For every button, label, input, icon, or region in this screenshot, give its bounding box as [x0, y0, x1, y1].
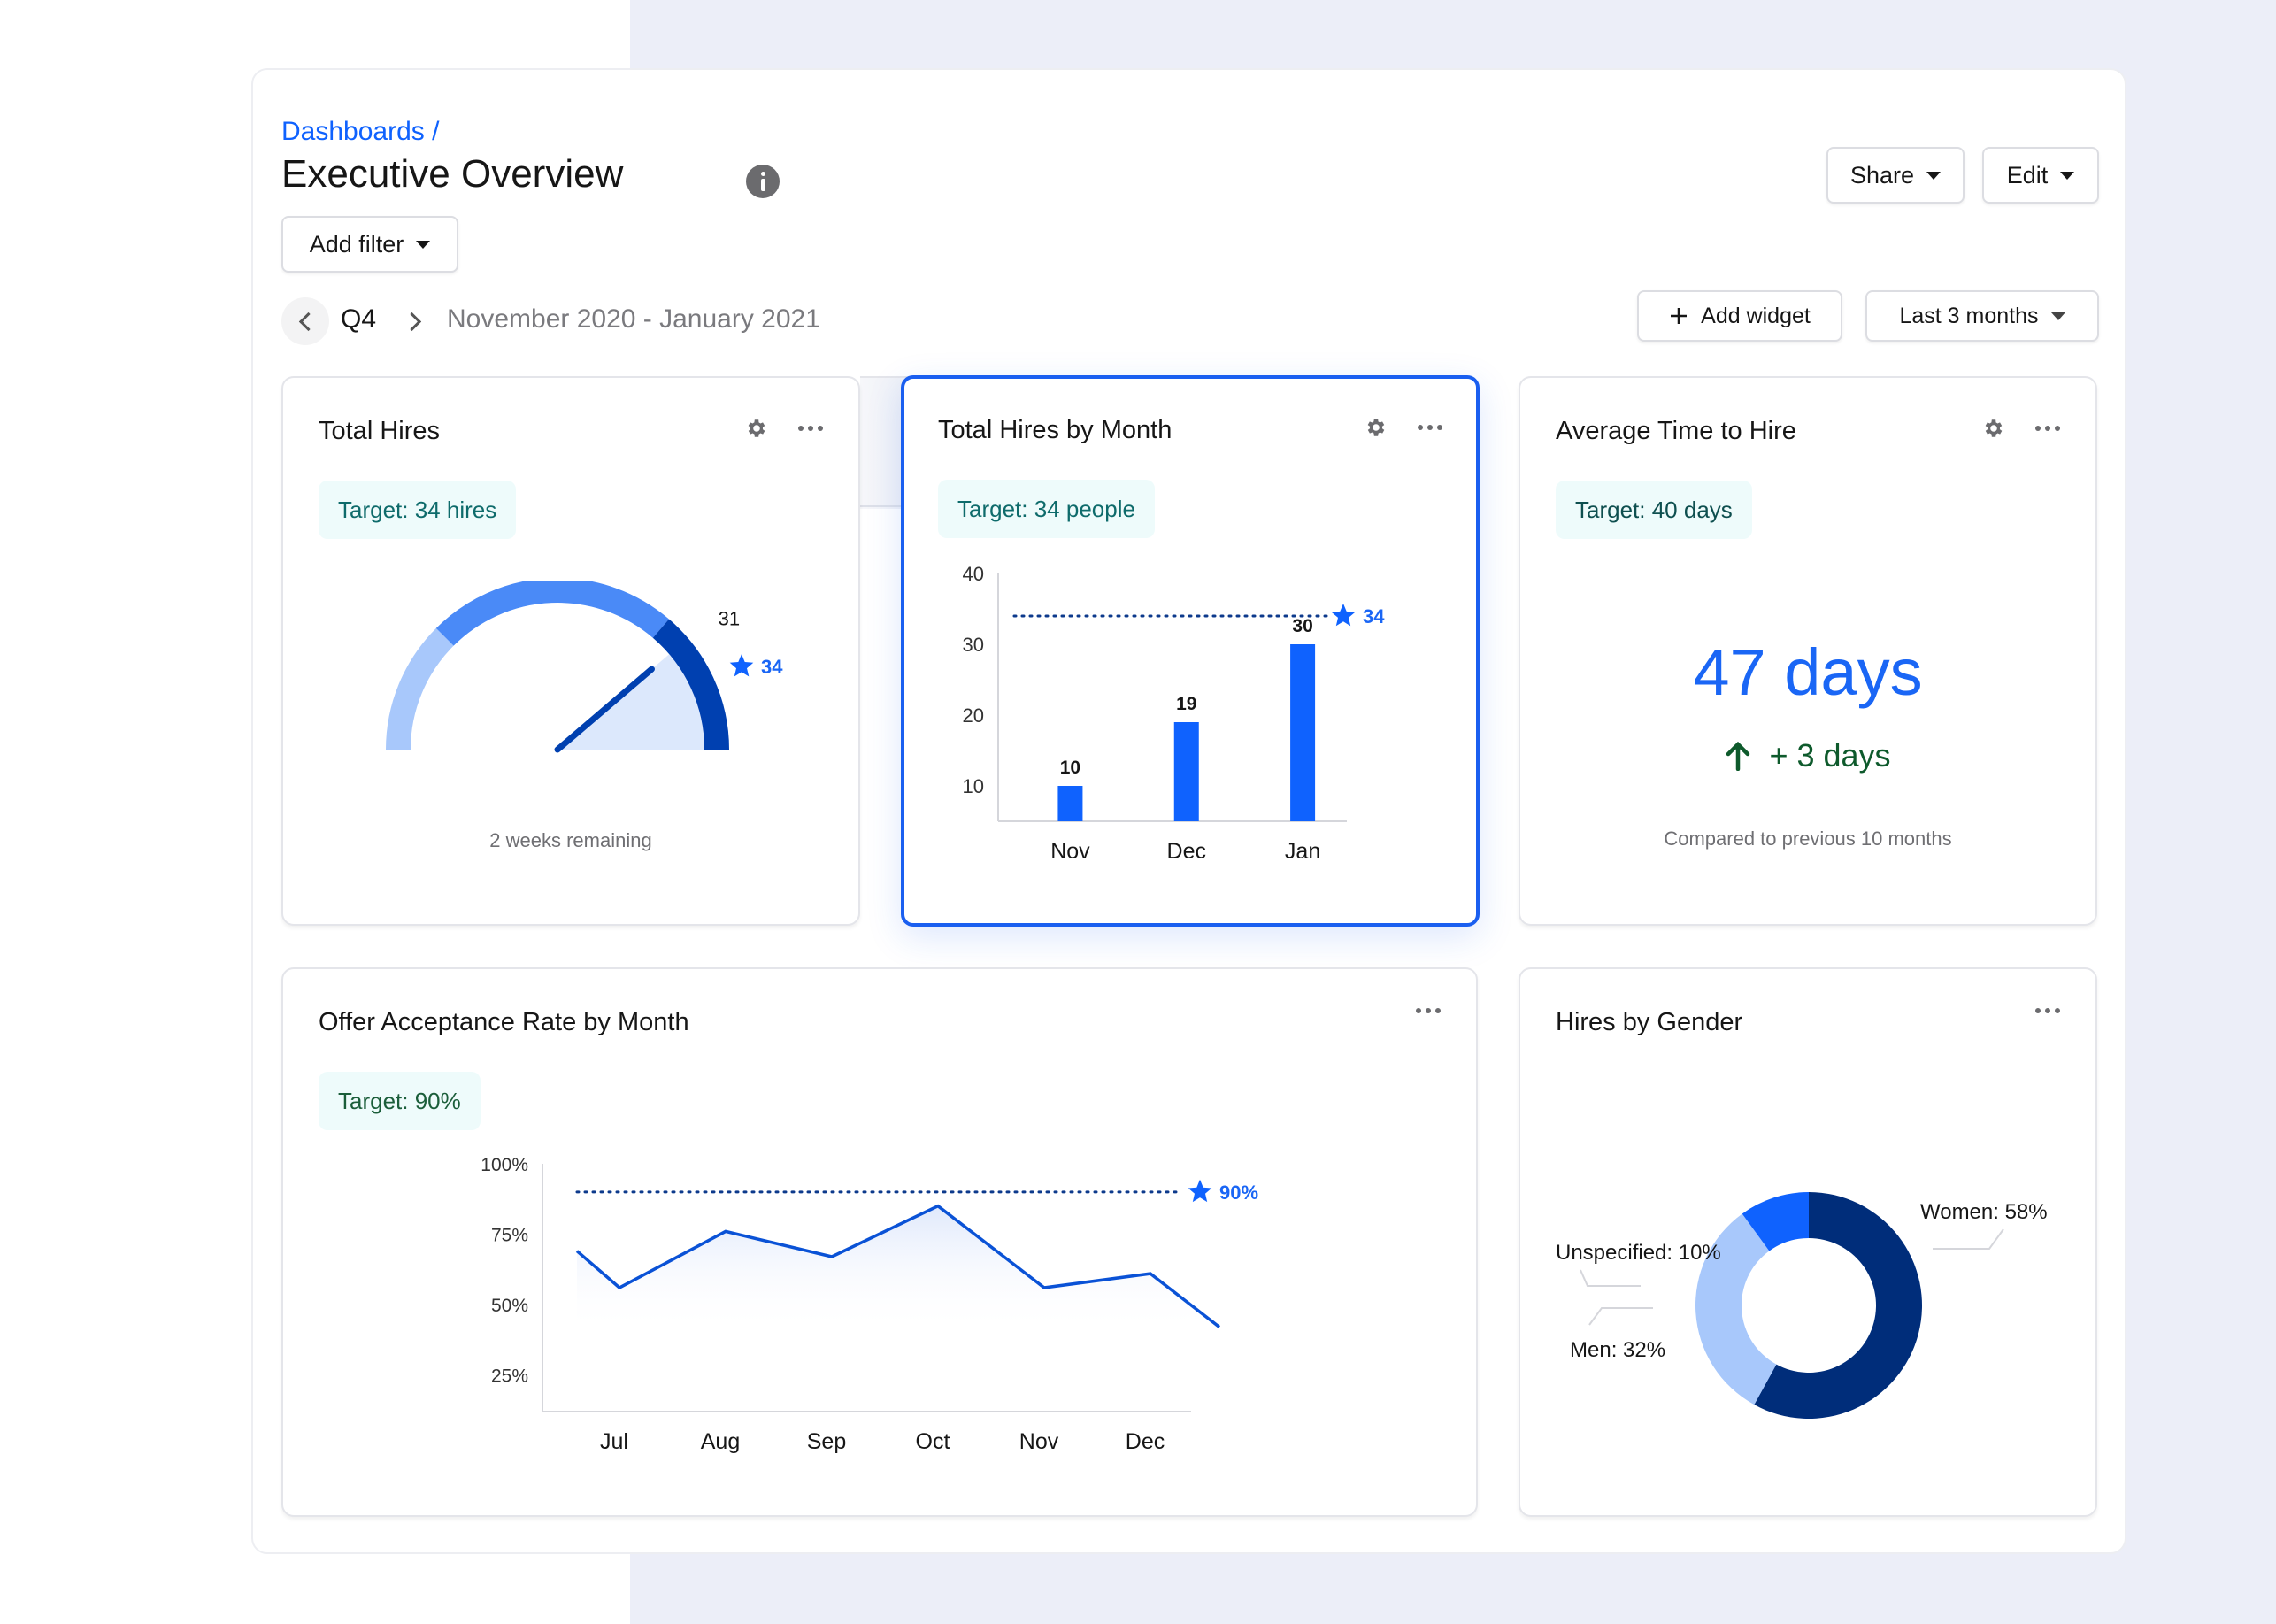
target-badge: Target: 34 hires — [319, 481, 517, 539]
slice-label: Men: 32% — [1570, 1338, 1665, 1362]
y-tick-label: 75% — [491, 1226, 528, 1246]
previous-period-button[interactable] — [281, 297, 329, 345]
widget-footer: Compared to previous 10 months — [1664, 827, 1952, 850]
chevron-left-icon — [298, 312, 318, 331]
page-title: Executive Overview — [281, 152, 624, 196]
line-chart: 25% 50% 75% 100% Jul Aug Sep Oct Nov Dec 90% — [481, 1155, 1258, 1454]
edit-label: Edit — [2006, 161, 2049, 189]
kpi-delta-text: + 3 days — [1769, 737, 1891, 774]
more-options-icon[interactable] — [2035, 426, 2060, 431]
gear-icon[interactable] — [745, 417, 768, 440]
slice-label: Unspecified: 10% — [1556, 1241, 1721, 1265]
gauge-chart: 31 34 — [386, 581, 783, 753]
widget-title: Average Time to Hire — [1556, 417, 1796, 445]
star-icon — [1331, 604, 1356, 627]
y-tick-label: 100% — [481, 1155, 528, 1175]
gauge-value-label: 31 — [719, 608, 740, 630]
caret-down-icon — [2060, 171, 2075, 180]
next-period-button[interactable] — [396, 301, 432, 342]
share-label: Share — [1849, 161, 1915, 189]
y-tick-label: 40 — [963, 563, 984, 585]
x-tick-label: Jul — [600, 1429, 628, 1454]
date-range-select[interactable]: Last 3 months — [1865, 290, 2099, 342]
widget-hires-by-month[interactable]: Total Hires by Month Target: 34 people 1… — [901, 375, 1480, 927]
widget-title: Offer Acceptance Rate by Month — [319, 1008, 689, 1036]
chevron-right-icon — [402, 312, 421, 331]
widget-title: Total Hires by Month — [938, 416, 1173, 444]
share-button[interactable]: Share — [1826, 147, 1965, 204]
gear-icon[interactable] — [1365, 416, 1388, 439]
caret-down-icon — [416, 240, 431, 249]
gauge-target-label: 34 — [761, 656, 783, 678]
x-tick-label: Dec — [1126, 1429, 1165, 1454]
more-options-icon[interactable] — [798, 426, 823, 431]
kpi-delta: + 3 days — [1520, 737, 2095, 774]
kpi-value: 47 days — [1693, 635, 1923, 709]
x-tick-label: Oct — [916, 1429, 950, 1454]
star-icon — [1188, 1179, 1212, 1203]
x-tick-label: Jan — [1285, 839, 1320, 864]
info-icon[interactable] — [746, 165, 780, 198]
date-range-select-value: Last 3 months — [1899, 303, 2039, 328]
edit-button[interactable]: Edit — [1982, 147, 2099, 204]
donut-chart: Women: 58% Men: 32% Unspecified: 10% — [1556, 1192, 2048, 1419]
target-label: 90% — [1219, 1181, 1258, 1204]
y-tick-label: 30 — [963, 634, 984, 656]
gauge-segment — [435, 581, 669, 646]
widget-title: Total Hires — [319, 417, 440, 445]
widget-total-hires[interactable]: Total Hires Target: 34 hires 31 34 2 week… — [281, 376, 860, 926]
widget-average-time-to-hire[interactable]: Average Time to Hire Target: 40 days 47 … — [1519, 376, 2097, 926]
bar-data-label: 30 — [1292, 616, 1312, 636]
gear-icon[interactable] — [1982, 417, 2005, 440]
caret-down-icon — [2050, 312, 2065, 320]
leader-line — [1933, 1228, 2004, 1250]
bar-chart: 10 20 30 40 10 Nov 19 Dec 30 Jan 34 — [963, 563, 1386, 864]
widget-footer: 2 weeks remaining — [489, 829, 652, 851]
y-tick-label: 20 — [963, 704, 984, 727]
bar — [1290, 644, 1316, 821]
plus-icon — [1671, 308, 1688, 324]
gauge-segment — [386, 627, 454, 750]
more-options-icon[interactable] — [2035, 1008, 2060, 1013]
target-label: 34 — [1363, 605, 1385, 627]
leader-line — [1588, 1307, 1653, 1326]
x-tick-label: Nov — [1019, 1429, 1059, 1454]
quarter-label: Q4 — [341, 304, 377, 334]
more-options-icon[interactable] — [1418, 425, 1442, 430]
y-tick-label: 10 — [963, 775, 984, 797]
add-filter-label: Add filter — [309, 230, 404, 258]
caret-down-icon — [1926, 171, 1942, 180]
slice-label: Women: 58% — [1920, 1200, 2048, 1224]
widget-title: Hires by Gender — [1556, 1008, 1743, 1036]
leader-line — [1580, 1269, 1641, 1287]
x-tick-label: Sep — [807, 1429, 846, 1454]
y-tick-label: 50% — [491, 1296, 528, 1316]
bar-data-label: 19 — [1176, 694, 1196, 714]
y-tick-label: 25% — [491, 1366, 528, 1387]
breadcrumb-dashboards[interactable]: Dashboards / — [281, 117, 439, 147]
star-icon — [729, 654, 754, 677]
bar — [1173, 722, 1199, 821]
bar-data-label: 10 — [1060, 758, 1080, 778]
add-filter-button[interactable]: Add filter — [281, 216, 458, 273]
target-badge: Target: 90% — [319, 1072, 481, 1130]
x-tick-label: Nov — [1050, 839, 1090, 864]
widget-hires-by-gender[interactable]: Hires by Gender Women: 58% Men: 32% Unspec… — [1519, 967, 2097, 1517]
widget-offer-acceptance-rate[interactable]: Offer Acceptance Rate by Month Target: 9… — [281, 967, 1478, 1517]
add-widget-button[interactable]: Add widget — [1637, 290, 1842, 342]
date-range-label: November 2020 - January 2021 — [447, 304, 820, 334]
target-badge: Target: 34 people — [938, 480, 1155, 538]
x-tick-label: Dec — [1167, 839, 1206, 864]
more-options-icon[interactable] — [1416, 1008, 1441, 1013]
bar — [1057, 786, 1083, 821]
target-badge: Target: 40 days — [1556, 481, 1752, 539]
add-widget-label: Add widget — [1701, 303, 1811, 328]
x-tick-label: Aug — [701, 1429, 740, 1454]
arrow-up-icon — [1726, 741, 1750, 771]
